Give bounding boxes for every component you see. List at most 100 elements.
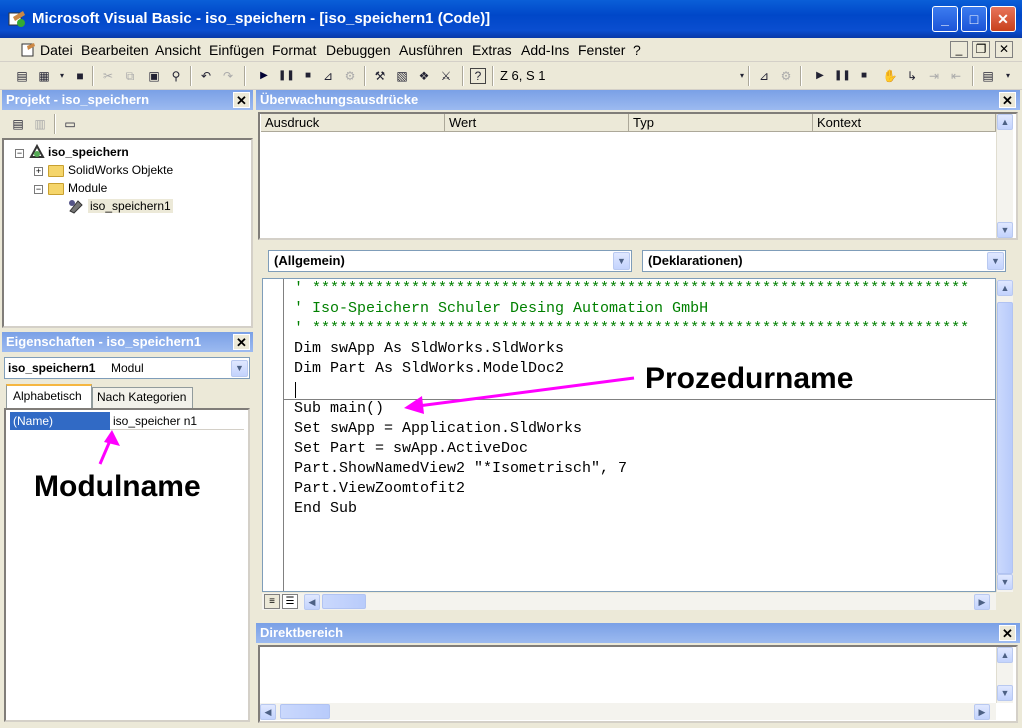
cut-icon[interactable]: ✂ [100, 68, 116, 84]
scroll-right-icon[interactable]: ▶ [974, 594, 990, 610]
stop-icon[interactable]: ■ [300, 68, 316, 84]
run-icon-2[interactable]: ▶ [812, 68, 828, 84]
pause-icon-2[interactable]: ❚❚ [834, 68, 851, 84]
menu-ausfuehren[interactable]: Ausführen [399, 42, 463, 58]
immediate-vscroll[interactable]: ▲ ▼ [996, 647, 1013, 703]
scroll-thumb[interactable] [997, 302, 1013, 574]
scroll-down-icon[interactable]: ▼ [997, 685, 1013, 701]
module-icon[interactable] [20, 42, 36, 58]
mdi-restore-button[interactable]: ❐ [972, 41, 990, 58]
vb-app-icon[interactable] [7, 9, 27, 29]
menu-help[interactable]: ? [633, 42, 641, 58]
immediate-hscroll[interactable]: ◀ ▶ [260, 703, 996, 720]
view-object-icon-2[interactable]: ▥ [32, 116, 48, 132]
design-mode-icon[interactable]: ⊿ [320, 68, 336, 84]
menu-ansicht[interactable]: Ansicht [155, 42, 201, 58]
folder-icon [48, 165, 64, 177]
procedure-view-icon[interactable]: ≡ [264, 594, 280, 609]
watch-vscroll[interactable]: ▲ ▼ [996, 114, 1013, 238]
stop-icon-2[interactable]: ■ [856, 68, 872, 84]
tree-solidworks-objects[interactable]: SolidWorks Objekte [68, 163, 173, 177]
tree-module-item[interactable]: iso_speichern1 [88, 199, 173, 213]
design-mode-icon-2[interactable]: ⊿ [756, 68, 772, 84]
minimize-button[interactable]: _ [932, 6, 958, 32]
scroll-down-icon[interactable]: ▼ [997, 222, 1013, 238]
scroll-down-icon[interactable]: ▼ [997, 574, 1013, 590]
col-ausdruck[interactable]: Ausdruck [261, 114, 445, 132]
watch-close-icon[interactable]: ✕ [999, 92, 1016, 108]
run-icon[interactable]: ▶ [256, 68, 272, 84]
redo-icon[interactable]: ↷ [220, 68, 236, 84]
scroll-right-icon[interactable]: ▶ [974, 704, 990, 720]
chevron-down-icon[interactable]: ▼ [231, 360, 248, 377]
find-icon[interactable]: ⚲ [168, 68, 184, 84]
project-explorer-icon[interactable]: ⚒ [372, 68, 388, 84]
menu-add-ins[interactable]: Add-Ins [521, 42, 569, 58]
object-selector[interactable]: iso_speichern1 Modul ▼ [4, 357, 250, 379]
full-module-view-icon[interactable]: ☰ [282, 594, 298, 609]
toolbar-more-icon[interactable]: ▾ [1000, 68, 1016, 84]
menu-extras[interactable]: Extras [472, 42, 512, 58]
code-line: ' **************************************… [294, 280, 970, 297]
step-into-icon[interactable]: ↳ [904, 68, 920, 84]
copy-icon[interactable]: ⧉ [122, 68, 138, 84]
scroll-up-icon[interactable]: ▲ [997, 114, 1013, 130]
object-browser-icon[interactable]: ❖ [416, 68, 432, 84]
help-icon[interactable]: ? [470, 68, 486, 84]
menu-einfuegen[interactable]: Einfügen [209, 42, 264, 58]
tree-root[interactable]: iso_speichern [48, 145, 129, 159]
code-vscroll[interactable]: ▲ ▼ [996, 280, 1013, 592]
code-hscroll[interactable]: ≡ ☰ ◀ ▶ [262, 593, 996, 610]
immediate-close-icon[interactable]: ✕ [999, 625, 1016, 641]
menu-fenster[interactable]: Fenster [578, 42, 625, 58]
mdi-close-button[interactable]: ✕ [995, 41, 1013, 58]
property-name: (Name) [13, 414, 54, 428]
undo-icon[interactable]: ↶ [198, 68, 214, 84]
scroll-left-icon[interactable]: ◀ [260, 704, 276, 720]
chevron-down-icon[interactable]: ▼ [987, 252, 1004, 270]
expander-plus-icon[interactable]: + [34, 167, 43, 176]
chevron-down-icon[interactable]: ▼ [613, 252, 630, 270]
close-button[interactable]: ✕ [990, 6, 1016, 32]
scroll-up-icon[interactable]: ▲ [997, 280, 1013, 296]
procedure-combo[interactable]: (Deklarationen) ▼ [642, 250, 1006, 272]
mdi-minimize-button[interactable]: _ [950, 41, 968, 58]
step-out-icon[interactable]: ⇤ [948, 68, 964, 84]
properties-window-icon[interactable]: ▧ [394, 68, 410, 84]
macro-icon[interactable]: ⚙ [342, 68, 358, 84]
menu-format[interactable]: Format [272, 42, 316, 58]
hscroll-thumb[interactable] [322, 594, 366, 609]
menu-datei[interactable]: Datei [40, 42, 73, 58]
expander-minus-icon[interactable]: − [34, 185, 43, 194]
project-close-icon[interactable]: ✕ [233, 92, 250, 108]
tree-module-folder[interactable]: Module [68, 181, 107, 195]
object-combo[interactable]: (Allgemein) ▼ [268, 250, 632, 272]
properties-close-icon[interactable]: ✕ [233, 334, 250, 350]
tab-nach-kategorien[interactable]: Nach Kategorien [92, 387, 193, 408]
view-code-icon[interactable]: ▤ [10, 116, 26, 132]
scroll-up-icon[interactable]: ▲ [997, 647, 1013, 663]
property-value-cell[interactable]: iso_speicher n1 [110, 412, 244, 430]
expander-minus-icon[interactable]: − [15, 149, 24, 158]
insert-module-icon[interactable]: ▦ [36, 68, 52, 84]
toggle-breakpoint-icon[interactable]: ✋ [882, 68, 898, 84]
menu-debuggen[interactable]: Debuggen [326, 42, 391, 58]
pause-icon[interactable]: ❚❚ [278, 68, 295, 84]
scroll-left-icon[interactable]: ◀ [304, 594, 320, 610]
toolbox-icon[interactable]: ⚔ [438, 68, 454, 84]
tab-alphabetisch[interactable]: Alphabetisch [6, 384, 92, 408]
col-kontext[interactable]: Kontext [813, 114, 996, 132]
toggle-folders-icon[interactable]: ▭ [62, 116, 78, 132]
macro-icon-2[interactable]: ⚙ [778, 68, 794, 84]
step-over-icon[interactable]: ⇥ [926, 68, 942, 84]
hscroll-thumb[interactable] [280, 704, 330, 719]
col-wert[interactable]: Wert [445, 114, 629, 132]
col-typ[interactable]: Typ [629, 114, 813, 132]
view-object-icon[interactable]: ▤ [14, 68, 30, 84]
paste-icon[interactable]: ▣ [146, 68, 162, 84]
menu-bearbeiten[interactable]: Bearbeiten [81, 42, 149, 58]
locals-window-icon[interactable]: ▤ [980, 68, 996, 84]
save-icon[interactable]: ■ [72, 68, 88, 84]
maximize-button[interactable]: □ [961, 6, 987, 32]
dropdown-arrow-icon[interactable]: ▾ [54, 68, 70, 84]
